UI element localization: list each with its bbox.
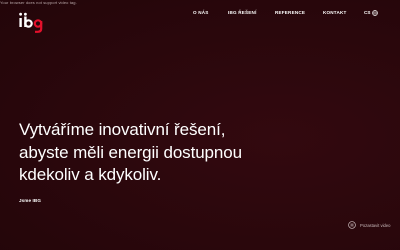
- nav-item-ibg-reseni[interactable]: IBG ŘEŠENÍ: [228, 10, 257, 15]
- hero-headline-line-1: Vytváříme inovativní řešení,: [19, 120, 226, 139]
- language-switcher-label[interactable]: CS: [364, 10, 370, 15]
- pause-circle-icon[interactable]: [348, 221, 356, 229]
- hero-headline-line-3: kdekoliv a kdykoliv.: [19, 165, 162, 184]
- video-pause-label: Pozastavit video: [360, 222, 391, 228]
- hero-page: Your browser does not support video tag.…: [0, 0, 400, 250]
- video-pause-button[interactable]: Pozastavit video: [348, 220, 400, 230]
- brand-tagline: Jsme IBG: [19, 198, 41, 203]
- main-navigation: O NÁS IBG ŘEŠENÍ REFERENCE KONTAKT CS: [0, 10, 400, 18]
- nav-item-reference[interactable]: REFERENCE: [275, 10, 305, 15]
- nav-item-o-nas[interactable]: O NÁS: [193, 10, 209, 15]
- nav-item-kontakt[interactable]: KONTAKT: [323, 10, 347, 15]
- globe-icon[interactable]: [372, 10, 378, 16]
- video-fallback-text: Your browser does not support video tag.: [0, 0, 77, 5]
- hero-headline: Vytváříme inovativní řešení, abyste měli…: [19, 119, 319, 187]
- hero-headline-line-2: abyste měli energii dostupnou: [19, 142, 242, 162]
